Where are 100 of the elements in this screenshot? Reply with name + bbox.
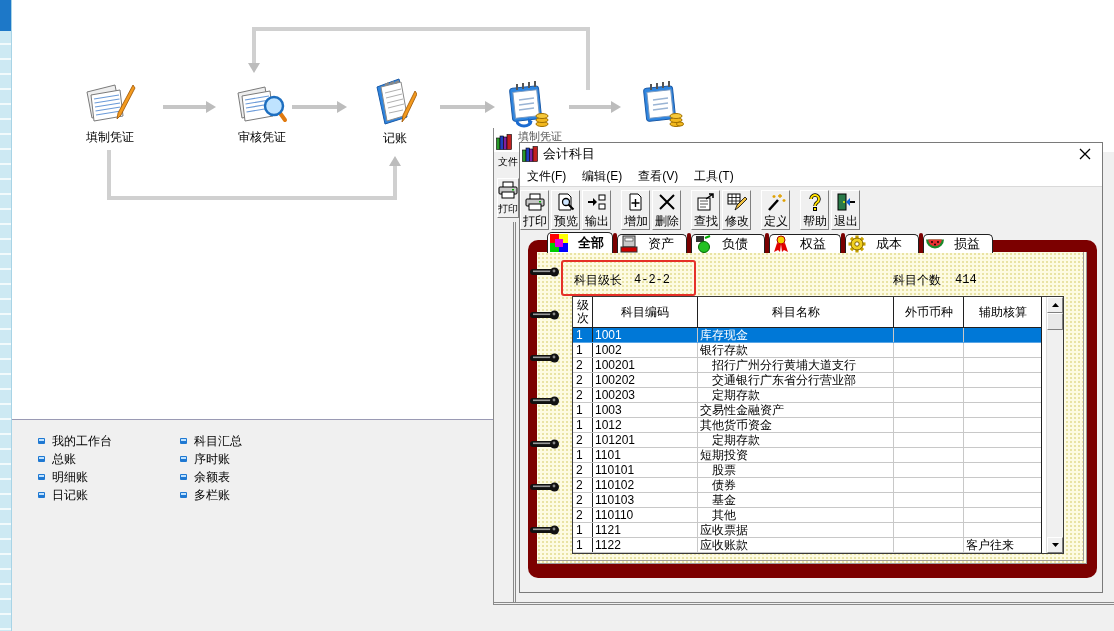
table-cell: 2 [576, 388, 583, 402]
table-cell: 2 [576, 508, 583, 522]
table-row[interactable]: 2 110103 基金 [573, 493, 1041, 508]
table-cell: 2 [576, 373, 583, 387]
table-row[interactable]: 2 101201 定期存款 [573, 433, 1041, 448]
menu-item[interactable]: 文件 [498, 156, 518, 168]
table-row[interactable]: 1 1001 库存现金 [573, 328, 1041, 343]
triangle-down-icon [1051, 543, 1059, 547]
flow-step-button[interactable]: 记账 [367, 77, 423, 145]
toolbar-button[interactable]: 修改 [722, 190, 751, 230]
table-cell: 100202 [595, 373, 636, 387]
tab[interactable]: 资产 [617, 234, 687, 253]
scroll-down-button[interactable] [1047, 537, 1063, 553]
toolbar-button[interactable]: 预览 [551, 190, 580, 230]
menu-item[interactable]: 文件(F) [524, 167, 570, 184]
column-header: 外币币种 [904, 305, 953, 319]
table-cell: 2 [576, 493, 583, 507]
menu-item[interactable]: 工具(T) [691, 167, 737, 184]
table-row[interactable]: 2 100201 招行广州分行黄埔大道支行 [573, 358, 1041, 373]
toolbar-button[interactable]: 增加 [621, 190, 650, 230]
table-row[interactable]: 1 1121 应收票据 [573, 523, 1041, 538]
table-row[interactable]: 1 1012 其他货币资金 [573, 418, 1041, 433]
table-row[interactable]: 2 110110 其他 [573, 508, 1041, 523]
table-cell: 1121 [595, 523, 621, 537]
toolbar-button[interactable]: 打印 [497, 178, 519, 218]
shortcut-link[interactable]: 我的工作台 [38, 432, 112, 450]
field-value: 4-2-2 [634, 272, 670, 287]
toolbar-button[interactable]: 定义 [761, 190, 790, 230]
shortcut-link[interactable]: 余额表 [180, 468, 230, 486]
shortcut-link[interactable]: 多栏账 [180, 486, 230, 504]
flow-arrow [163, 101, 216, 113]
table-cell: 1012 [595, 418, 622, 432]
table-cell: 1101 [595, 448, 621, 462]
gear-icon [848, 235, 866, 253]
bullet-icon [38, 456, 45, 462]
menu-item[interactable]: 查看(V) [635, 167, 682, 184]
table-cell: 1002 [595, 343, 622, 357]
table-cell: 1 [576, 418, 583, 432]
table-cell: 1001 [595, 328, 622, 342]
table-cell: 交易性金融资产 [700, 403, 784, 417]
table-cell: 1 [576, 403, 583, 417]
column-header: 辅助核算 [978, 305, 1027, 319]
calendar-coins-icon[interactable] [642, 80, 684, 128]
table-cell: 其他 [712, 508, 736, 522]
bullet-icon [38, 492, 45, 498]
table-row[interactable]: 1 1122 应收账款 客户往来 [573, 538, 1041, 553]
table-row[interactable]: 2 100203 定期存款 [573, 388, 1041, 403]
menu-item[interactable]: 编辑(E) [579, 167, 626, 184]
table-row[interactable]: 1 1002 银行存款 [573, 343, 1041, 358]
table-cell: 基金 [712, 493, 736, 507]
table-row[interactable]: 1 1003 交易性金融资产 [573, 403, 1041, 418]
table-cell: 100203 [595, 388, 636, 402]
field-label: 科目个数 [893, 272, 941, 287]
flow-arrow [292, 101, 347, 113]
table-row[interactable]: 1 1101 短期投资 [573, 448, 1041, 463]
table-row[interactable]: 2 110102 债券 [573, 478, 1041, 493]
flow-step-button[interactable]: 填制凭证 [82, 82, 138, 144]
toolbar-button[interactable]: 查找 [691, 190, 720, 230]
table-row[interactable]: 2 100202 交通银行广东省分行营业部 [573, 373, 1041, 388]
window-title: 填制凭证 [518, 130, 562, 142]
table-cell: 交通银行广东省分行营业部 [712, 373, 856, 387]
tab[interactable]: 全部 [547, 232, 613, 253]
toolbar-button[interactable]: 帮助 [800, 190, 829, 230]
table-cell: 110110 [595, 508, 634, 522]
calendar-coins-icon[interactable] [508, 80, 550, 128]
tab[interactable]: 损益 [923, 234, 993, 253]
notepad-pen-icon [373, 77, 417, 125]
toolbar-button[interactable]: 打印 [520, 190, 549, 230]
shortcut-link[interactable]: 总账 [38, 450, 76, 468]
flow-arrow [440, 101, 495, 113]
shortcut-link[interactable]: 日记账 [38, 486, 88, 504]
ball-icon [694, 235, 712, 253]
flow-step-button[interactable]: 审核凭证 [234, 82, 290, 144]
tab[interactable]: 权益 [769, 234, 841, 253]
toolbar-button[interactable]: 删除 [652, 190, 681, 230]
table-cell: 1003 [595, 403, 622, 417]
page-magnifier-icon [555, 193, 576, 211]
table-cell: 定期存款 [712, 388, 760, 402]
close-icon [1079, 148, 1091, 160]
shortcut-link[interactable]: 明细账 [38, 468, 88, 486]
shortcut-link[interactable]: 科目汇总 [180, 432, 242, 450]
toolbar-button[interactable]: 输出 [582, 190, 611, 230]
books-icon [496, 134, 512, 150]
table-row[interactable]: 2 110101 股票 [573, 463, 1041, 478]
table-cell: 应收票据 [700, 523, 748, 537]
tab[interactable]: 负债 [691, 234, 765, 253]
table-cell: 101201 [595, 433, 636, 447]
shortcut-link[interactable]: 序时账 [180, 450, 230, 468]
magic-wand-icon [765, 193, 786, 211]
table-cell: 1 [576, 328, 583, 342]
cash-register-icon [620, 235, 638, 253]
column-header: 科目编码 [621, 305, 669, 319]
triangle-up-icon [1051, 303, 1059, 307]
scroll-up-button[interactable] [1047, 297, 1063, 313]
scrollbar-thumb[interactable] [1047, 313, 1063, 330]
table-cell: 100201 [595, 358, 636, 372]
arrow-boxes-icon [586, 193, 607, 211]
toolbar-button[interactable]: 退出 [831, 190, 860, 230]
table-cell: 1122 [595, 538, 621, 552]
tab[interactable]: 成本 [845, 234, 919, 253]
